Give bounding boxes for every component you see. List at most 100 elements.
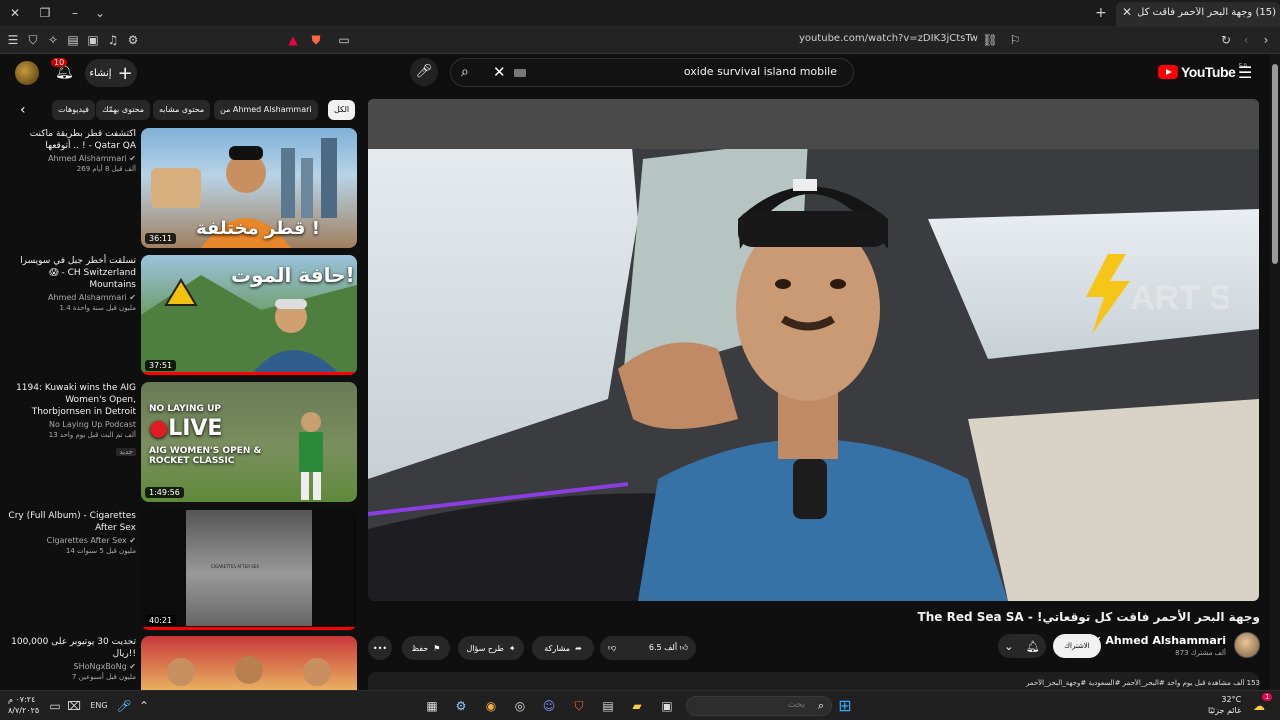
search-input[interactable] <box>577 65 837 78</box>
voice-search-button[interactable]: 🎤︎ <box>410 58 438 86</box>
chevron-left-icon[interactable]: ‹ <box>20 102 26 118</box>
ask-button[interactable]: طرح سؤال ✦ <box>458 636 524 660</box>
obs-icon[interactable]: ◎ <box>511 697 529 715</box>
minimize-window-icon[interactable]: – <box>65 4 85 22</box>
video-title[interactable]: تسلقت أخطر جبل في سويسرا 😱 - CH Switzerl… <box>8 255 136 291</box>
settings-icon[interactable]: ⚙ <box>125 32 141 48</box>
scrollbar-thumb[interactable] <box>1272 64 1278 264</box>
channel-name[interactable]: Ahmed Alshammari ✔ <box>8 154 136 163</box>
notification-settings-button[interactable]: ⌄ 🔔︎ <box>998 634 1046 658</box>
new-tab-icon[interactable]: + <box>1095 5 1107 21</box>
video-thumbnail[interactable]: حافة الموت! 37:51 <box>141 255 357 375</box>
bookmark-icon[interactable]: ⚐ <box>1007 32 1023 48</box>
like-button[interactable]: 6.5 ألف 👍︎ <box>649 643 688 653</box>
discord-icon[interactable]: ☺ <box>540 697 558 715</box>
chip-for-you[interactable]: محتوى بهمّك <box>96 100 151 120</box>
chip-from-channel[interactable]: من Ahmed Alshammari <box>214 100 318 120</box>
video-stats: 269 ألف قبل 8 أيام <box>76 165 136 173</box>
notification-count: 10 <box>51 58 68 67</box>
tabs-icon[interactable]: ▤ <box>65 32 81 48</box>
link-icon[interactable]: ⛓ <box>982 32 998 48</box>
create-button[interactable]: + إنشاء <box>85 59 137 87</box>
windows-start-icon[interactable]: ⊞ <box>836 697 854 715</box>
extension-icon[interactable]: ✧ <box>45 32 61 48</box>
save-button[interactable]: حفظ ⚑ <box>402 636 450 660</box>
music-icon[interactable]: ♫ <box>105 32 121 48</box>
channel-name[interactable]: Cigarettes After Sex ✔ <box>8 536 136 545</box>
network-icon[interactable]: ⌧ <box>65 697 83 715</box>
chip-similar[interactable]: محتوى مشابه <box>153 100 211 120</box>
verified-icon: ✔ <box>129 293 136 302</box>
close-window-icon[interactable]: ✕ <box>5 4 25 22</box>
guide-menu-icon[interactable]: ☰ <box>1238 63 1252 82</box>
create-label: إنشاء <box>89 67 112 79</box>
chrome-icon[interactable]: ◉ <box>482 697 500 715</box>
chip-videos[interactable]: فيديوهات <box>52 100 95 120</box>
page-scrollbar[interactable] <box>1270 54 1280 690</box>
screen-icon[interactable]: ▭ <box>336 32 352 48</box>
video-title[interactable]: تحديت 30 يوتيوبر على 100,000 ريال!! <box>8 636 136 660</box>
shield-icon[interactable]: ⛉ <box>25 32 41 48</box>
brave-rewards-icon[interactable]: ▲ <box>285 32 301 48</box>
more-actions-button[interactable]: ••• <box>368 636 392 660</box>
video-thumbnail[interactable]: NO LAYING UP ●LIVE AIG WOMEN'S OPEN & RO… <box>141 382 357 502</box>
brave-icon[interactable]: ⛉ <box>570 697 588 715</box>
browser-tab[interactable]: ✕ (15) وجهة البحر الأحمر فاقت كل <box>1116 2 1280 26</box>
browser-tab-strip: ✕ ❐ – ⌄ + ✕ (15) وجهة البحر الأحمر فاقت … <box>0 0 1280 27</box>
video-title[interactable]: اكتشفت قطر بطريقة ماكنت أتوقعها .. ! - Q… <box>8 128 136 152</box>
video-thumbnail[interactable]: قطر مختلفة ! 36:11 <box>141 128 357 248</box>
share-button[interactable]: مشاركة ➦ <box>532 636 594 660</box>
steam-icon[interactable]: ⚙ <box>452 697 470 715</box>
chevron-up-icon[interactable]: ⌃ <box>135 697 153 715</box>
chip-all[interactable]: الكل <box>328 100 356 120</box>
taskbar-search-input[interactable] <box>705 700 805 710</box>
verified-icon: ✔ <box>129 662 136 671</box>
channel-name[interactable]: No Laying Up Podcast <box>8 420 136 429</box>
folder-icon[interactable]: ▰ <box>628 697 646 715</box>
video-thumbnail[interactable]: CIGARETTES AFTER SEX 40:21 <box>141 510 357 630</box>
keyboard-icon[interactable] <box>514 69 526 77</box>
subscribe-button[interactable]: الاشتراك <box>1053 634 1101 658</box>
notification-icon[interactable]: ▭ <box>46 697 64 715</box>
video-thumbnail[interactable] <box>141 636 357 690</box>
video-stats: 14 مليون قبل 5 سنوات <box>65 547 136 555</box>
search-box[interactable]: ⌕ ✕ <box>450 58 854 87</box>
app-icon[interactable]: ▦ <box>423 697 441 715</box>
thumbnail-art <box>167 656 331 686</box>
channel-name[interactable]: SHoNgxBoNg ✔ <box>8 662 136 671</box>
dislike-icon[interactable]: 👎︎ <box>608 643 616 653</box>
taskbar-search[interactable]: ⌕ <box>686 696 832 716</box>
video-title[interactable]: 1194: Kuwaki wins the AIG Women's Open, … <box>8 382 136 418</box>
menu-icon[interactable]: ☰ <box>5 32 21 48</box>
forward-icon[interactable]: › <box>1258 32 1274 48</box>
video-meta: تحديت 30 يوتيوبر على 100,000 ريال!! SHoN… <box>8 636 136 681</box>
language-indicator[interactable]: ENG <box>88 697 110 715</box>
account-avatar[interactable] <box>15 61 39 85</box>
channel-avatar[interactable] <box>1234 632 1260 658</box>
notifications-button[interactable]: 🔔︎ 10 <box>51 58 75 82</box>
system-clock[interactable]: ٠٧:٢٤ م ٨/٧/٢٠٢٥ <box>8 694 39 716</box>
back-icon[interactable]: ‹ <box>1238 32 1254 48</box>
logo-text: YouTube <box>1181 64 1236 80</box>
clear-search-icon[interactable]: ✕ <box>493 63 506 81</box>
sidebar-icon[interactable]: ▣ <box>85 32 101 48</box>
video-title[interactable]: Cry (Full Album) - Cigarettes After Sex <box>8 510 136 534</box>
youtube-logo[interactable]: YouTube SA <box>1158 62 1248 80</box>
brave-shield-icon[interactable]: ⛊ <box>308 32 324 48</box>
video-player[interactable]: ART STORE <box>368 99 1259 601</box>
more-horizontal-icon: ••• <box>372 643 388 653</box>
reload-icon[interactable]: ↻ <box>1218 32 1234 48</box>
video-title: وجهة البحر الأحمر فاقت كل توقعاتي! - The… <box>917 610 1260 624</box>
mic-icon[interactable]: 🎤︎ <box>115 697 133 715</box>
chevron-down-icon[interactable]: ⌄ <box>90 4 110 22</box>
task-view-icon[interactable]: ▣ <box>658 697 676 715</box>
video-stats: 13 ألف تم البث قبل يوم واحد <box>48 431 136 439</box>
search-icon[interactable]: ⌕ <box>461 64 469 80</box>
address-bar[interactable]: youtube.com/watch?v=zDIK3jCtsTw <box>780 33 978 44</box>
channel-name[interactable]: Ahmed Alshammari ✔ <box>8 293 136 302</box>
restore-window-icon[interactable]: ❐ <box>35 4 55 22</box>
channel-name[interactable]: ✔ Ahmed Alshammari <box>1092 634 1226 647</box>
store-icon[interactable]: ▤ <box>599 697 617 715</box>
weather-widget[interactable]: 32°C غائم جزئيًا <box>1208 694 1241 716</box>
close-tab-icon[interactable]: ✕ <box>1122 5 1132 19</box>
